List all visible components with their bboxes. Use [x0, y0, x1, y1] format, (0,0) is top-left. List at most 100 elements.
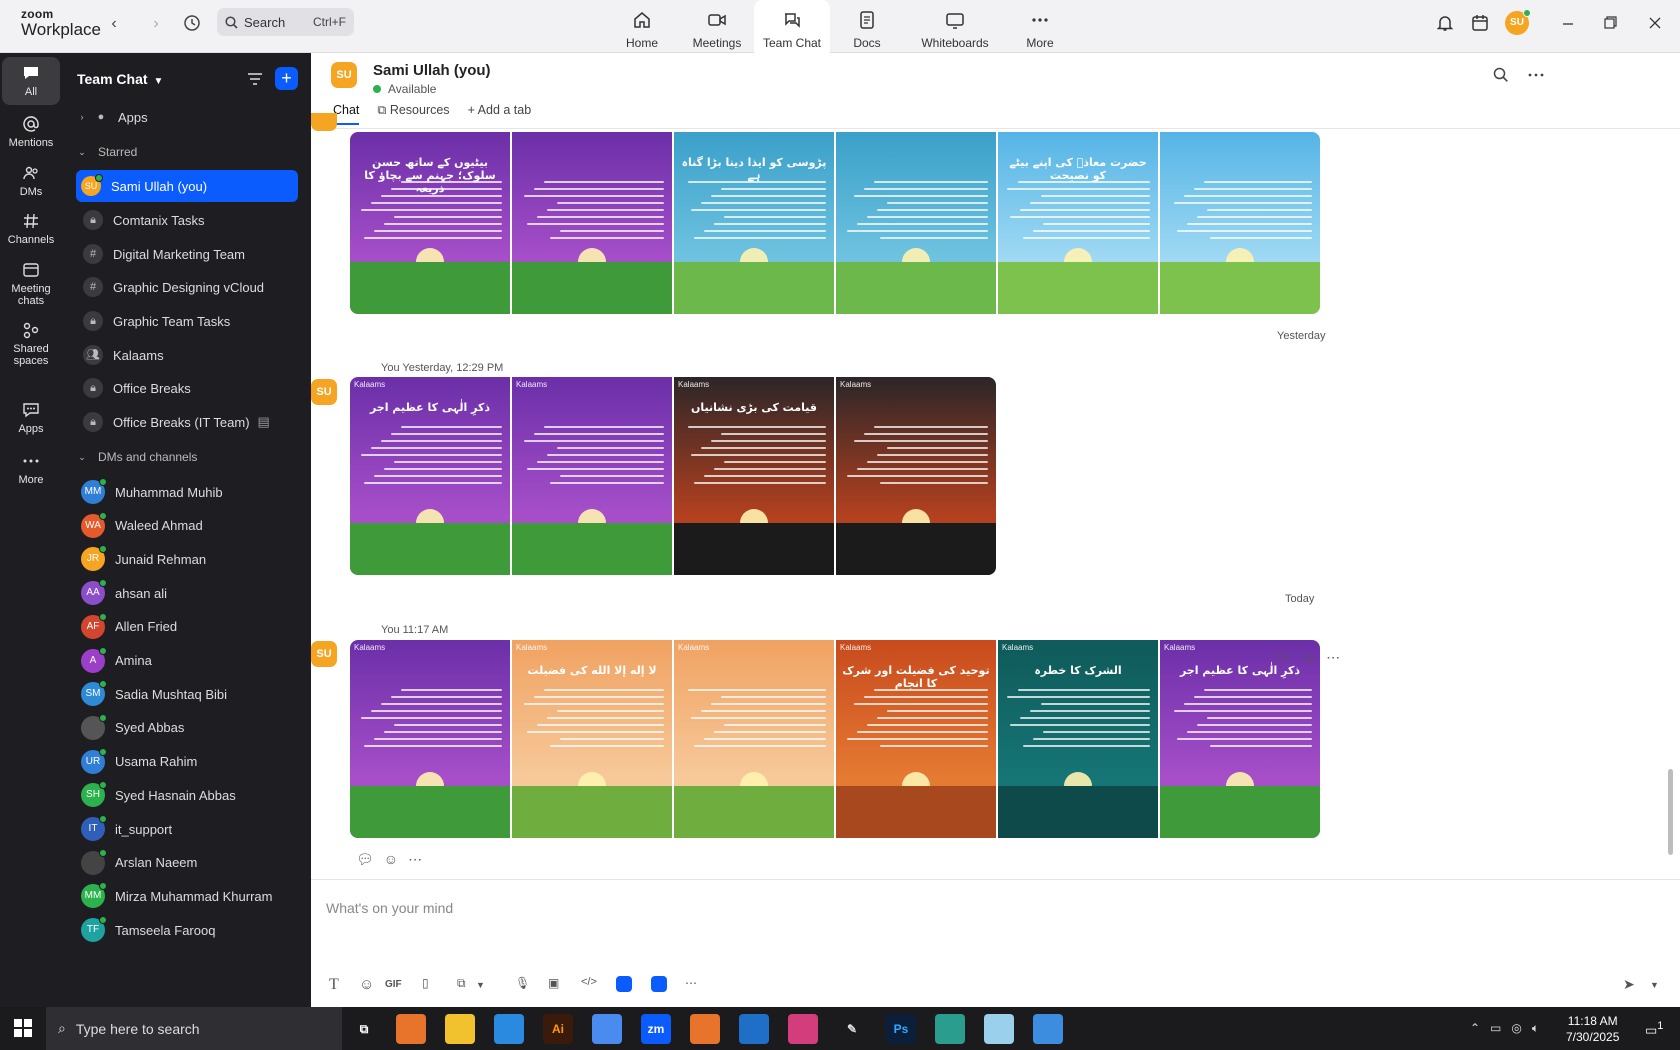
tab-docs[interactable]: Docs	[829, 0, 905, 53]
rail-dms[interactable]: DMs	[2, 164, 60, 198]
sidebar-item-graphic-designing[interactable]: # Graphic Designing vCloud	[76, 271, 298, 303]
chrome-icon[interactable]	[592, 1014, 622, 1044]
sidebar-dm-item[interactable]: Syed Abbas	[76, 712, 298, 744]
sidebar-item-kalaams[interactable]: 👥︎ Kalaams	[76, 339, 298, 371]
task-view-icon[interactable]: ⧉	[349, 1014, 379, 1044]
calendar-icon[interactable]	[1470, 13, 1492, 35]
minimize-icon[interactable]	[1558, 13, 1580, 35]
image-row-2[interactable]: Kalaams ذکرِ الٰہی کا عظیم اجر Kalaams Kala…	[350, 377, 996, 575]
sidebar-dm-item[interactable]: AF Allen Fried	[76, 611, 298, 643]
forward-icon[interactable]: ›	[146, 14, 166, 34]
sidebar-dm-item[interactable]: MM Muhammad Muhib	[76, 476, 298, 508]
vscode-icon[interactable]	[494, 1014, 524, 1044]
more-icon[interactable]: ⋯	[685, 976, 697, 994]
scrollbar[interactable]	[1668, 769, 1673, 855]
sidebar-dm-item[interactable]: MM Mirza Muhammad Khurram	[76, 880, 298, 912]
more-icon[interactable]: ⋯	[1326, 649, 1340, 666]
firefox-icon[interactable]	[396, 1014, 426, 1044]
app-icon-3[interactable]	[984, 1014, 1014, 1044]
rail-shared-spaces[interactable]: Shared spaces	[2, 321, 60, 367]
image-card[interactable]: Kalaams ذکرِ الٰہی کا عظیم اجر	[350, 377, 510, 575]
sidebar-apps-row[interactable]: › ● Apps	[76, 101, 298, 133]
rail-meeting-chats[interactable]: Meeting chats	[2, 261, 60, 307]
sidebar-dm-item[interactable]: SM Sadia Mushtaq Bibi	[76, 678, 298, 710]
format-text-icon[interactable]: T	[329, 976, 339, 994]
file-icon[interactable]: ▯	[422, 976, 429, 994]
rail-more[interactable]: More	[2, 452, 60, 486]
history-icon[interactable]	[182, 14, 202, 34]
app-icon-4[interactable]	[1033, 1014, 1063, 1044]
new-chat-button[interactable]: +	[275, 67, 298, 90]
image-card[interactable]: پڑوسی کو ایذا دینا بڑا گناہ ہے	[674, 132, 834, 314]
maximize-icon[interactable]	[1600, 13, 1622, 35]
image-card[interactable]: حضرت معاذؓ کی اپنے بیٹے کو نصیحت	[998, 132, 1158, 314]
image-card[interactable]	[512, 132, 672, 314]
image-card[interactable]: Kalaams	[674, 640, 834, 838]
image-card[interactable]: Kalaams توحید کی فضیلت اور شرک کا انجام	[836, 640, 996, 838]
screenshot-icon[interactable]: ⧉	[457, 976, 466, 994]
message-input[interactable]: What's on your mind	[326, 900, 453, 916]
sidebar-item-sami-ullah[interactable]: SU Sami Ullah (you)	[76, 170, 298, 202]
reply-icon[interactable]: 💬︎	[356, 851, 374, 868]
rail-all[interactable]: All	[2, 57, 60, 105]
section-dms[interactable]: ⌄ DMs and channels	[76, 441, 298, 473]
filter-icon[interactable]	[246, 70, 264, 88]
image-card[interactable]: Kalaams لا إله إلا الله کی فضیلت	[512, 640, 672, 838]
image-card[interactable]: Kalaams قیامت کی بڑی نشانیاں	[674, 377, 834, 575]
gif-icon[interactable]: GIF	[385, 979, 402, 997]
section-starred[interactable]: ⌄ Starred	[76, 136, 298, 168]
emoji-icon[interactable]: ☺	[1302, 649, 1316, 666]
app-icon-2[interactable]	[935, 1014, 965, 1044]
tab-more[interactable]: More	[1002, 0, 1078, 53]
sidebar-dm-item[interactable]: IT it_support	[76, 813, 298, 845]
windows-start-icon[interactable]	[14, 1019, 32, 1040]
back-icon[interactable]: ‹	[104, 14, 124, 34]
sidebar-dm-item[interactable]: UR Usama Rahim	[76, 746, 298, 778]
sidebar-item-comtanix-tasks[interactable]: 🔒︎ Comtanix Tasks	[76, 204, 298, 236]
sidebar-dm-item[interactable]: TF Tamseela Farooq	[76, 914, 298, 946]
search-icon[interactable]	[1492, 66, 1510, 84]
sidebar-dm-item[interactable]: AA ahsan ali	[76, 577, 298, 609]
chevron-down-icon[interactable]: ▼	[1650, 980, 1659, 998]
image-row-3[interactable]: Kalaams Kalaams لا إله إلا الله کی فضیلت Ka…	[350, 640, 1320, 838]
send-icon[interactable]: ➤	[1623, 976, 1635, 994]
sidebar-item-digital-marketing[interactable]: # Digital Marketing Team	[76, 238, 298, 270]
code-icon[interactable]: </>	[581, 976, 597, 994]
more-icon[interactable]	[1527, 66, 1545, 84]
video-message-icon[interactable]: ▣	[548, 976, 559, 994]
image-card[interactable]: Kalaams	[512, 377, 672, 575]
tab-add[interactable]: + Add a tab	[468, 103, 532, 125]
rail-channels[interactable]: Channels	[2, 212, 60, 246]
sidebar-dm-item[interactable]: WA Waleed Ahmad	[76, 510, 298, 542]
close-icon[interactable]	[1645, 13, 1667, 35]
more-icon[interactable]: ⋯	[408, 851, 422, 868]
tab-whiteboards[interactable]: Whiteboards	[916, 0, 994, 53]
taskbar-search[interactable]: ⌕ Type here to search	[46, 1007, 342, 1050]
sidebar-title[interactable]: Team Chat ▼	[77, 71, 163, 87]
sidebar-item-graphic-team-tasks[interactable]: 🔒︎ Graphic Team Tasks	[76, 305, 298, 337]
rail-mentions[interactable]: Mentions	[2, 115, 60, 149]
system-tray-icons[interactable]: ⌃▭◎🔈︎	[1470, 1021, 1549, 1036]
sidebar-dm-item[interactable]: A Amina	[76, 645, 298, 677]
rail-apps[interactable]: Apps	[2, 401, 60, 435]
image-row-1[interactable]: بیٹیوں کے ساتھ حسن سلوک؛ جہنم سے بچاؤ کا…	[350, 132, 1320, 314]
tab-meetings[interactable]: Meetings	[679, 0, 755, 53]
image-card[interactable]: بیٹیوں کے ساتھ حسن سلوک؛ جہنم سے بچاؤ کا…	[350, 132, 510, 314]
chevron-down-icon[interactable]: ▼	[476, 980, 485, 998]
tab-team-chat[interactable]: Team Chat	[754, 0, 830, 54]
tab-resources[interactable]: ⧉ Resources	[377, 103, 449, 125]
image-card[interactable]: Kalaams الشرک کا خطرہ	[998, 640, 1158, 838]
emoji-icon[interactable]: ☺	[384, 851, 398, 868]
creative-cloud-icon[interactable]	[788, 1014, 818, 1044]
image-card[interactable]	[1160, 132, 1320, 314]
illustrator-icon[interactable]: Ai	[543, 1014, 573, 1044]
audio-icon[interactable]: 🎙︎	[515, 976, 530, 994]
photoshop-icon[interactable]: Ps	[886, 1014, 916, 1044]
file-explorer-icon[interactable]	[445, 1014, 475, 1044]
image-card[interactable]: Kalaams	[350, 640, 510, 838]
profile-avatar[interactable]: SU	[1505, 9, 1531, 35]
sidebar-dm-item[interactable]: SH Syed Hasnain Abbas	[76, 779, 298, 811]
image-card[interactable]: Kalaams	[836, 377, 996, 575]
notification-center-icon[interactable]: ▭1	[1645, 1020, 1663, 1038]
clock[interactable]: 11:18 AM 7/30/2025	[1566, 1013, 1619, 1045]
